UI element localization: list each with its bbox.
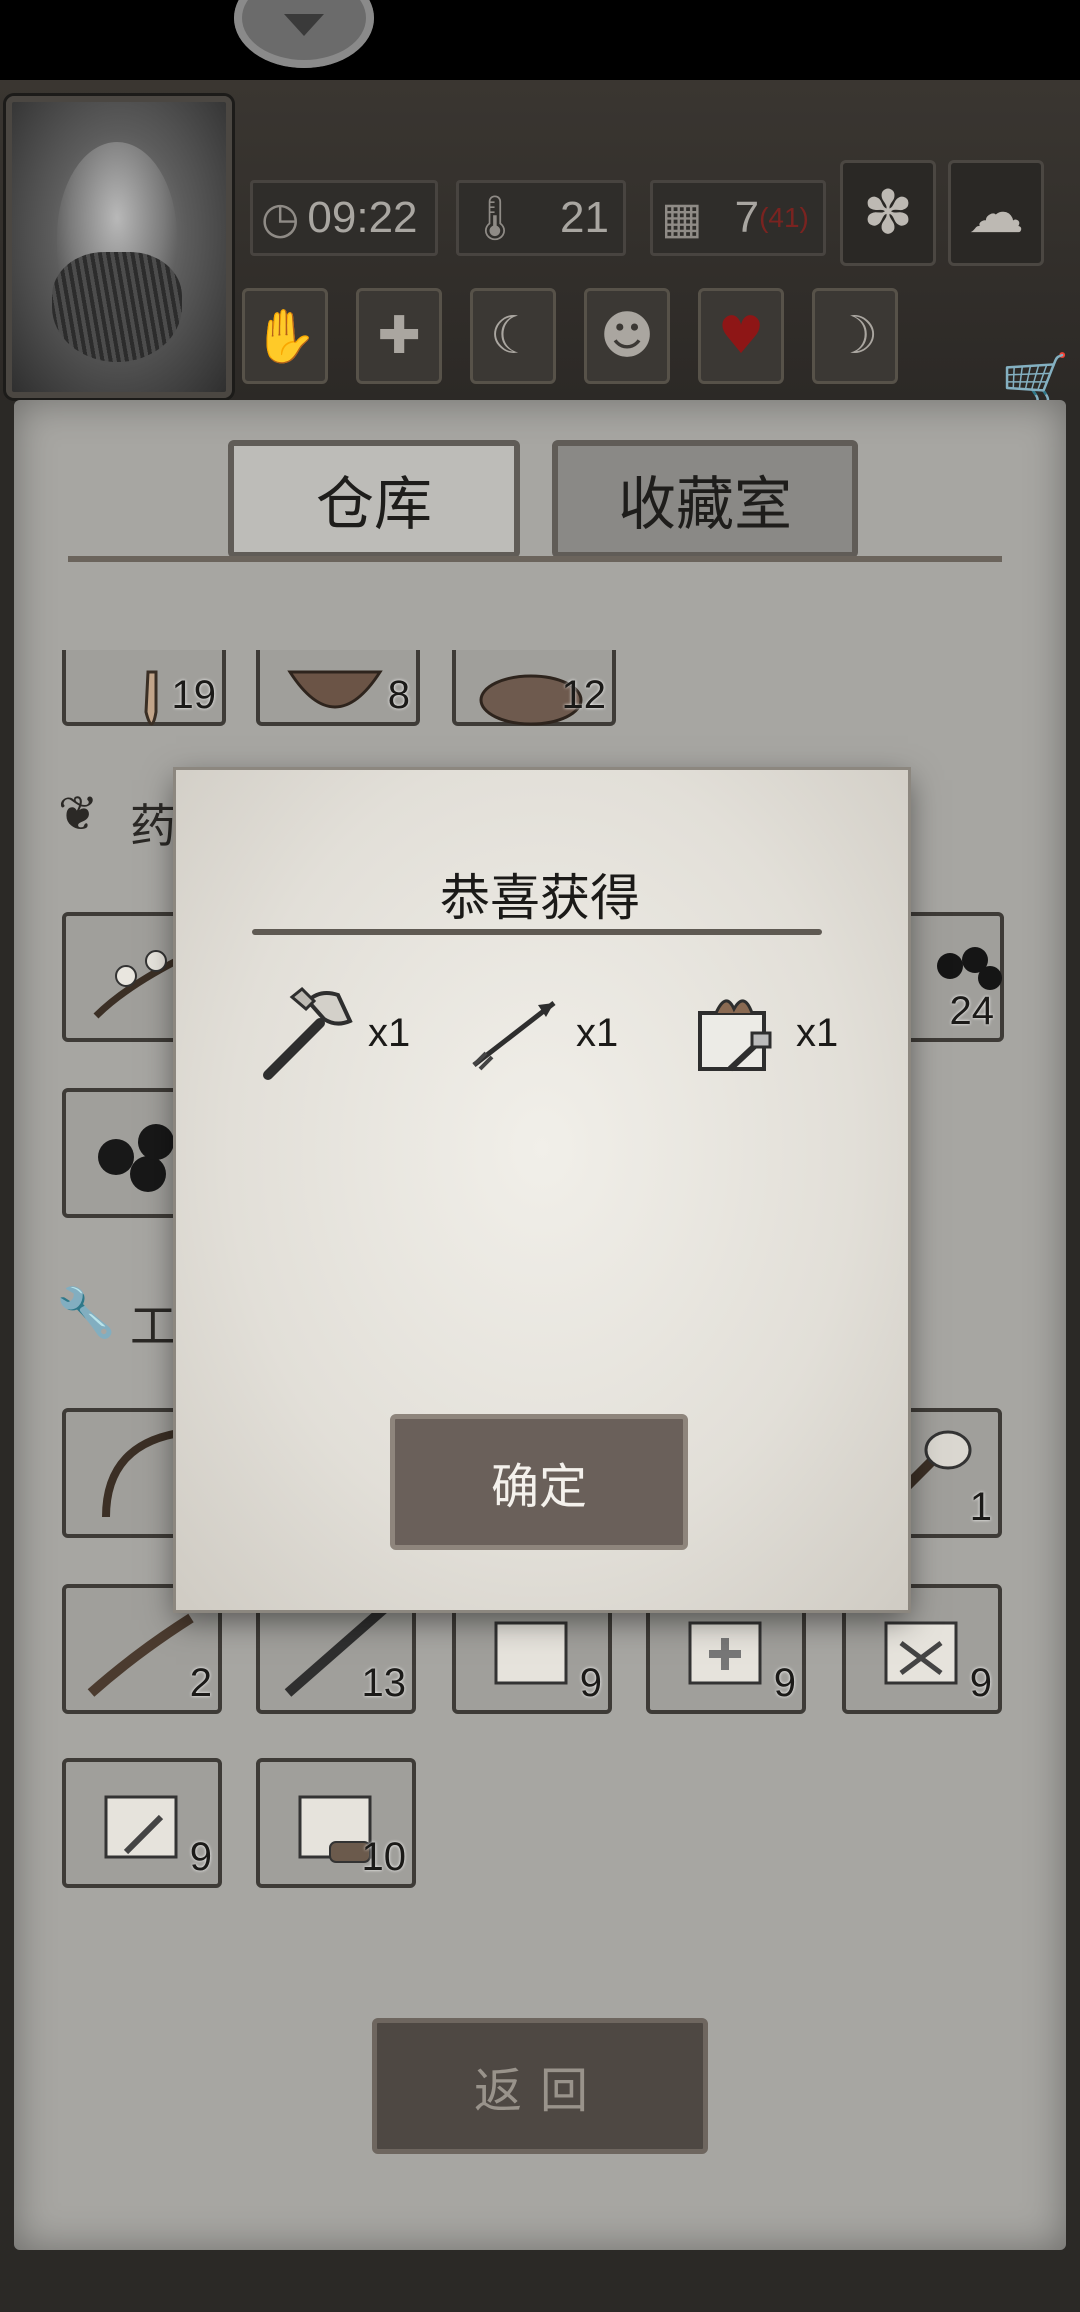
reward-item-giftbox: x1 <box>686 978 838 1088</box>
axe-icon <box>263 986 353 1080</box>
reward-item-axe: x1 <box>258 978 410 1088</box>
tool-giftbox-icon <box>698 999 772 1072</box>
reward-qty: x1 <box>576 1010 619 1055</box>
confirm-button-label: 确定 <box>490 1459 587 1515</box>
reward-qty: x1 <box>368 1010 411 1055</box>
reward-dialog-overlay: 恭喜获得 x1 x1 x1 确定 <box>0 0 1080 2312</box>
dialog-divider <box>252 929 822 935</box>
reward-qty: x1 <box>796 1010 839 1055</box>
dialog-title: 恭喜获得 <box>440 869 640 927</box>
confirm-button[interactable]: 确定 <box>390 1414 688 1550</box>
reward-item-arrow: x1 <box>466 978 618 1088</box>
arrow-icon <box>472 1001 556 1071</box>
